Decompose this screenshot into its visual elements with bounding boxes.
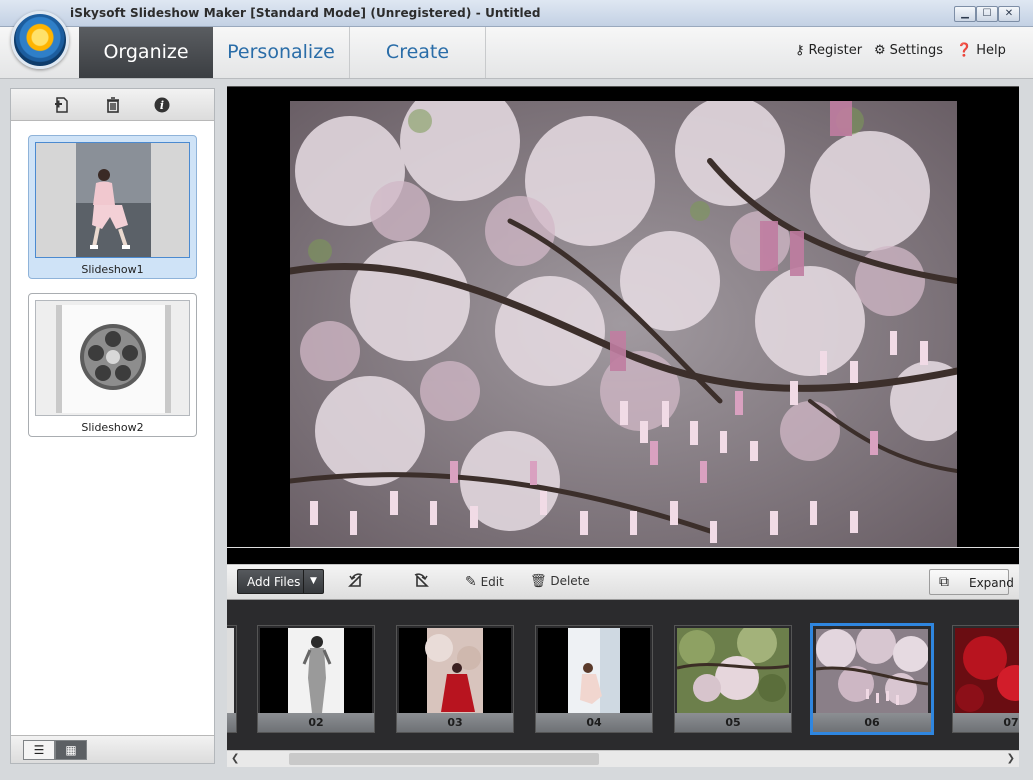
gear-icon: ⚙ — [874, 43, 886, 58]
pencil-icon: ✎ — [465, 574, 477, 590]
filmstrip-number: 07 — [953, 713, 1019, 732]
window-title: iSkysoft Slideshow Maker [Standard Mode]… — [70, 6, 541, 20]
trash-icon: 🗑 — [530, 574, 547, 589]
close-button[interactable]: ✕ — [998, 6, 1020, 22]
filmstrip-item-selected[interactable]: 06 — [810, 623, 934, 735]
files-toolbar: Add Files ▼ ✎ Edit 🗑 Delete ⧉ Expand — [227, 564, 1019, 600]
filmstrip-item[interactable]: 05 — [674, 625, 792, 733]
rotate-right-icon[interactable] — [408, 571, 430, 593]
chevron-down-icon[interactable]: ▼ — [303, 570, 323, 593]
minimize-button[interactable]: ▁ — [954, 6, 976, 22]
preview-divider — [227, 547, 1019, 548]
list-view-icon[interactable]: ☰ — [23, 740, 55, 760]
slideshow-panel: i Slideshow1 Slideshow2 ☰ ▦ — [10, 88, 215, 764]
help-label: Help — [976, 43, 1006, 58]
filmstrip-scrollbar[interactable]: ❮ ❯ — [227, 750, 1019, 767]
help-icon: ❓ — [956, 43, 973, 58]
svg-text:i: i — [160, 99, 164, 112]
scroll-left-arrow-icon[interactable]: ❮ — [231, 753, 239, 764]
delete-label: Delete — [550, 574, 590, 588]
scroll-right-arrow-icon[interactable]: ❯ — [1007, 753, 1015, 764]
key-icon: ⚷ — [795, 43, 805, 58]
info-icon[interactable]: i — [153, 96, 171, 114]
expand-icon: ⧉ — [939, 574, 949, 590]
settings-link[interactable]: ⚙ Settings — [874, 43, 943, 58]
filmstrip-number: 04 — [536, 713, 652, 732]
maximize-button[interactable]: ☐ — [976, 6, 998, 22]
filmstrip-number: 03 — [397, 713, 513, 732]
filmstrip-number: 05 — [675, 713, 791, 732]
filmstrip-thumbnail — [399, 628, 511, 713]
thumbnail-view-icon[interactable]: ▦ — [55, 740, 87, 760]
slideshow-tools: i — [11, 89, 214, 121]
filmstrip-thumbnail — [227, 628, 234, 713]
slideshow-label: Slideshow1 — [81, 263, 144, 276]
preview-area — [227, 86, 1019, 564]
edit-label: Edit — [480, 575, 504, 589]
rotate-left-icon[interactable] — [347, 571, 369, 593]
slideshow-thumbnail — [35, 300, 190, 416]
register-label: Register — [808, 43, 863, 58]
preview-image — [290, 101, 957, 547]
filmstrip-number — [227, 713, 236, 732]
filmstrip-number: 06 — [813, 713, 931, 732]
settings-label: Settings — [889, 43, 943, 58]
main-toolbar: Organize Personalize Create ⚷ Register ⚙ S… — [0, 11, 1033, 79]
filmstrip-number: 02 — [258, 713, 374, 732]
app-logo — [11, 11, 69, 69]
filmstrip-thumbnail — [538, 628, 650, 713]
view-mode-bar: ☰ ▦ — [11, 735, 214, 763]
filmstrip-item[interactable]: 03 — [396, 625, 514, 733]
help-link[interactable]: ❓ Help — [956, 43, 1006, 58]
filmstrip-item[interactable]: 07 — [952, 625, 1019, 733]
tab-personalize[interactable]: Personalize — [213, 27, 350, 78]
filmstrip-thumbnail — [677, 628, 789, 713]
register-link[interactable]: ⚷ Register — [795, 43, 862, 58]
add-files-label: Add Files — [247, 575, 301, 589]
edit-button[interactable]: ✎ Edit — [465, 574, 504, 590]
expand-label: Expand — [969, 576, 1014, 590]
filmstrip-item[interactable]: 02 — [257, 625, 375, 733]
tab-organize[interactable]: Organize — [79, 27, 213, 78]
scrollbar-thumb[interactable] — [289, 753, 599, 765]
filmstrip-thumbnail — [816, 629, 928, 714]
add-files-button[interactable]: Add Files ▼ — [237, 569, 324, 594]
filmstrip-item[interactable]: 04 — [535, 625, 653, 733]
filmstrip-thumbnail — [955, 628, 1019, 713]
slideshow-item[interactable]: Slideshow2 — [28, 293, 197, 437]
expand-button[interactable]: ⧉ Expand — [929, 569, 1014, 595]
filmstrip-thumbnail — [260, 628, 372, 713]
title-bar: iSkysoft Slideshow Maker [Standard Mode]… — [0, 0, 1033, 27]
slideshow-item[interactable]: Slideshow1 — [28, 135, 197, 279]
tab-create[interactable]: Create — [350, 27, 486, 78]
slideshow-thumbnail — [35, 142, 190, 258]
add-slideshow-icon[interactable] — [53, 96, 71, 114]
trash-icon[interactable] — [104, 96, 122, 114]
slideshow-label: Slideshow2 — [81, 421, 144, 434]
delete-button[interactable]: 🗑 Delete — [530, 574, 590, 589]
filmstrip: 02 03 04 05 06 07 — [227, 600, 1019, 750]
filmstrip-item[interactable] — [227, 625, 237, 733]
